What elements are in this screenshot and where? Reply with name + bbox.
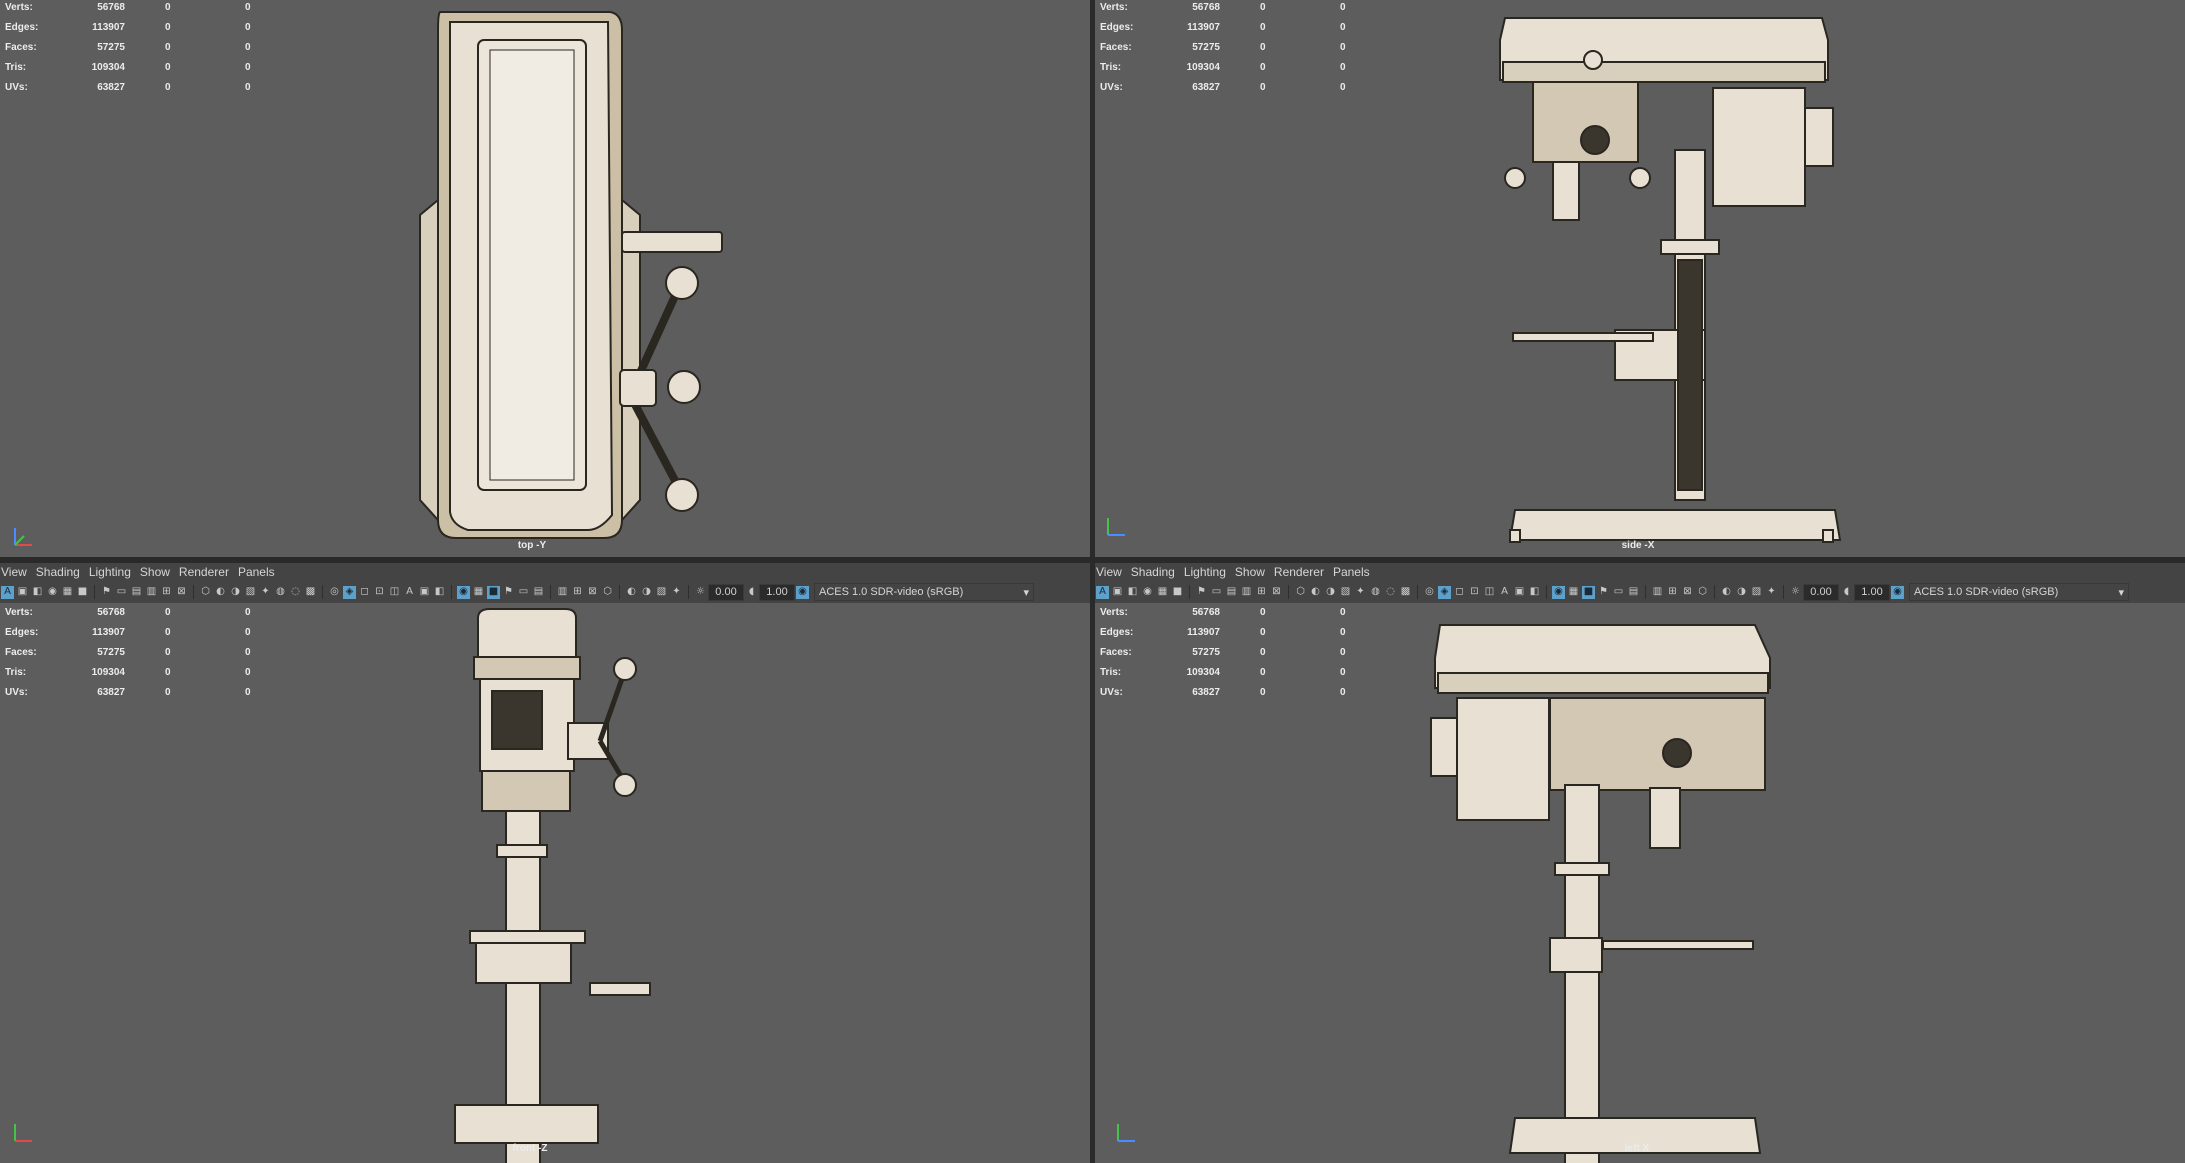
view-label-top: top -Y <box>517 540 547 551</box>
viewport-top[interactable]: Verts: 56768 0 0 Edges: 113907 0 0 Faces: 57275 0 0… <box>0 0 1090 557</box>
drill-press-left-view <box>1430 624 1771 1163</box>
drill-press-side-view <box>1499 17 1842 543</box>
view-label-front: front -Z <box>512 1143 548 1154</box>
axis-gizmo-icon <box>14 1124 32 1142</box>
drill-press-front-view <box>454 608 651 1163</box>
view-label-side: side -X <box>1621 540 1655 551</box>
viewport-left[interactable]: View Shading Lighting Show Renderer Panels A ▣… <box>1095 563 2185 1163</box>
axis-gizmo-icon <box>14 528 32 546</box>
viewport-front[interactable]: View Shading Lighting Show Renderer Panels A ▣… <box>0 563 1090 1163</box>
maya-four-view-layout: Verts: 56768 0 0 Edges: 113907 0 0 Faces: 57275 0 0… <box>0 0 2185 1163</box>
view-label-left: left X <box>1624 1143 1650 1154</box>
drill-press-top-view <box>419 11 723 539</box>
axis-gizmo-icon <box>1117 1124 1135 1142</box>
axis-gizmo-icon <box>1107 518 1125 536</box>
viewport-side[interactable]: Verts: 56768 0 0 Edges: 113907 0 0 Faces: 57275 0 0… <box>1095 0 2185 557</box>
